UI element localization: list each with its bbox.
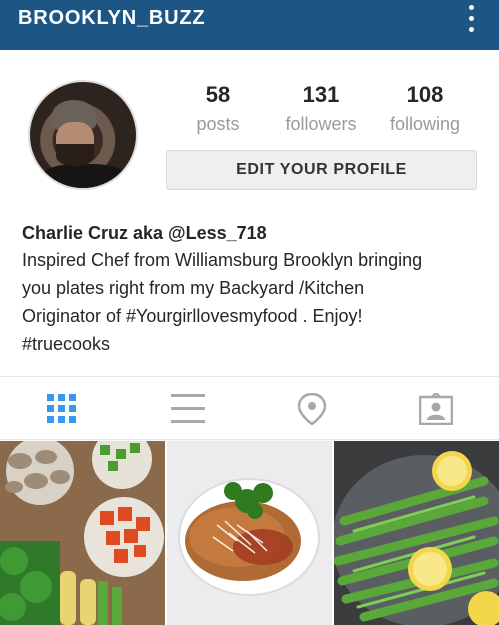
followers-stat[interactable]: 131 followers (271, 80, 371, 138)
posts-stat[interactable]: 58 posts (168, 80, 268, 138)
profile-view-tabs (0, 376, 499, 440)
tab-tagged[interactable] (405, 377, 465, 441)
app-bar: BROOKLYN_BUZZ (0, 0, 499, 50)
more-vert-icon[interactable] (461, 5, 481, 35)
profile-header: 58 posts 131 followers 108 following EDI… (0, 50, 499, 376)
edit-profile-button[interactable]: EDIT YOUR PROFILE (166, 150, 477, 190)
vegetables-photo[interactable] (0, 441, 165, 625)
chicken-cutlet-photo[interactable] (167, 441, 332, 625)
tagged-photos-icon (419, 393, 453, 425)
bio-line: Inspired Chef from Williamsburg Brooklyn… (22, 250, 423, 270)
avatar[interactable] (28, 80, 138, 190)
asparagus-lemon-photo[interactable] (334, 441, 499, 625)
following-label: following (389, 114, 461, 134)
grid-view-icon (47, 394, 76, 423)
following-count: 108 (406, 82, 444, 107)
location-pin-icon (297, 393, 327, 425)
profile-bio: Charlie Cruz aka @Less_718 Inspired Chef… (22, 220, 482, 358)
posts-label: posts (196, 114, 240, 134)
bio-hashtag-link[interactable]: #truecooks (22, 330, 482, 358)
list-view-icon (171, 394, 205, 423)
tab-list[interactable] (157, 377, 217, 441)
bio-line: you plates right from my Backyard /Kitch… (22, 278, 365, 298)
followers-count: 131 (302, 82, 340, 107)
photo-grid (0, 441, 499, 625)
posts-count: 58 (205, 82, 231, 107)
tab-grid[interactable] (32, 377, 92, 441)
followers-label: followers (285, 114, 357, 134)
tab-places[interactable] (283, 377, 343, 441)
profile-username-title: BROOKLYN_BUZZ (18, 7, 206, 29)
bio-line: Originator of #Yourgirllovesmyfood . Enj… (22, 306, 363, 326)
profile-display-name: Charlie Cruz aka @Less_718 (22, 223, 267, 243)
following-stat[interactable]: 108 following (375, 80, 475, 138)
